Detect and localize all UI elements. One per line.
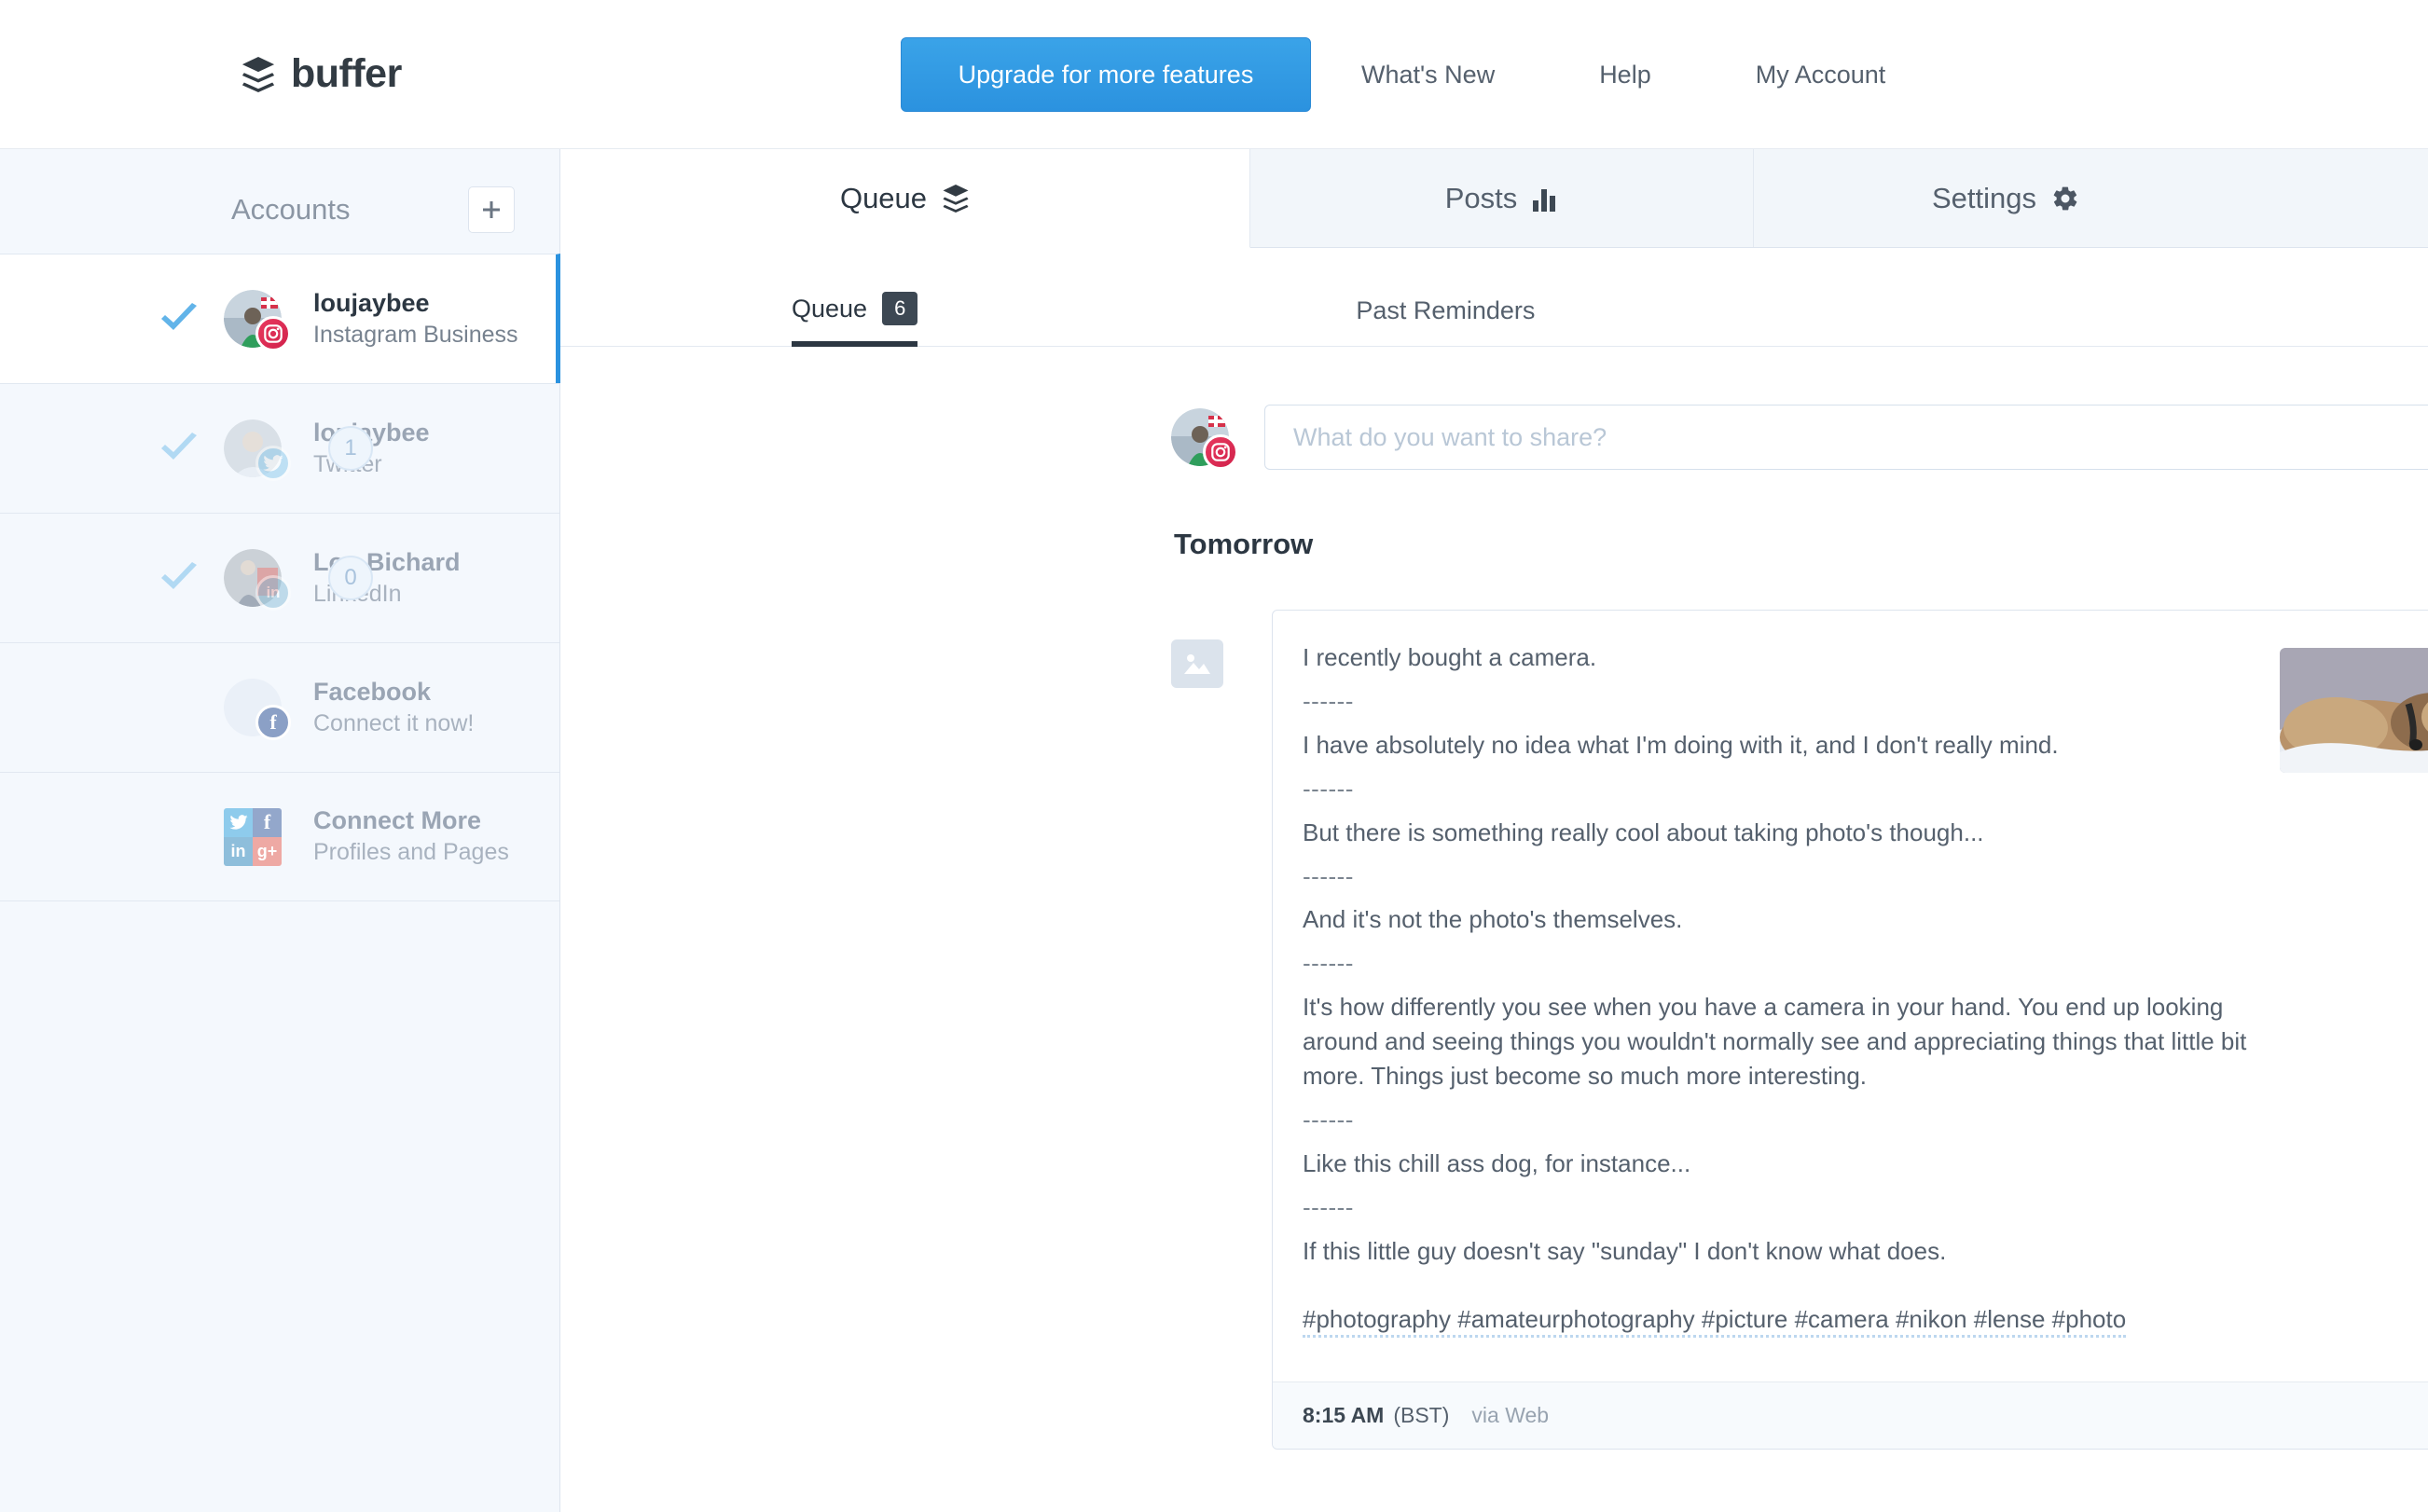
check-icon <box>159 562 200 594</box>
gear-icon <box>2051 185 2079 213</box>
header-nav: What's New Help My Account <box>1361 0 1885 149</box>
post-line: Like this chill ass dog, for instance... <box>1303 1147 2256 1181</box>
accounts-title: Accounts <box>231 193 468 227</box>
subtab-past-reminders-label: Past Reminders <box>1356 296 1535 325</box>
queue-count-badge: 6 <box>882 292 917 325</box>
hashtag-text: #photography #amateurphotography #pictur… <box>1303 1305 2126 1338</box>
post-thumbnail <box>2280 648 2428 773</box>
buffer-stack-icon <box>942 184 970 213</box>
facebook-icon: f <box>255 705 291 740</box>
post-line: It's how differently you see when you ha… <box>1303 990 2256 1093</box>
add-account-button[interactable] <box>468 186 515 233</box>
account-network: Instagram Business <box>313 320 518 351</box>
upgrade-button[interactable]: Upgrade for more features <box>901 37 1311 112</box>
subtab-queue-label: Queue <box>792 295 867 323</box>
sidebar-account-linkedin[interactable]: in Lou Bichard LinkedIn 0 <box>0 513 559 642</box>
subtab-queue[interactable]: Queue 6 <box>792 292 917 346</box>
tab-queue-label: Queue <box>840 182 927 215</box>
composer <box>560 347 2428 470</box>
tab-settings[interactable]: Settings <box>1754 149 2257 247</box>
twitter-icon <box>224 808 253 837</box>
nav-help[interactable]: Help <box>1599 61 1651 89</box>
post-line: ------ <box>1303 946 2256 981</box>
main-panel: Queue Posts <box>560 149 2428 1512</box>
post-line: ------ <box>1303 1190 2256 1225</box>
queue-count-badge: 1 <box>328 426 373 471</box>
instagram-icon <box>255 316 291 351</box>
tab-settings-label: Settings <box>1932 182 2036 215</box>
app-header: buffer Upgrade for more features What's … <box>0 0 2428 149</box>
nav-whats-new[interactable]: What's New <box>1361 61 1495 89</box>
post-timezone: (BST) <box>1393 1403 1449 1428</box>
sidebar-account-twitter[interactable]: loujaybee Twitter 1 <box>0 383 559 513</box>
linkedin-icon: in <box>224 837 253 866</box>
buffer-stack-icon <box>241 56 276 93</box>
sidebar-connect-more[interactable]: f in g+ Connect More Profiles and Pages <box>0 772 559 901</box>
tab-posts-label: Posts <box>1445 182 1518 215</box>
avatar: in <box>224 549 282 607</box>
post-text: I recently bought a camera. ------ I hav… <box>1303 640 2280 1346</box>
connect-more-title: Connect More <box>313 806 481 834</box>
post-line: ------ <box>1303 772 2256 806</box>
instagram-icon <box>1203 434 1238 470</box>
post-line: I have absolutely no idea what I'm doing… <box>1303 728 2256 763</box>
brand-name: buffer <box>291 51 402 97</box>
googleplus-icon: g+ <box>253 837 282 866</box>
twitter-icon <box>255 446 291 481</box>
accounts-header: Accounts <box>0 158 559 254</box>
avatar: f <box>224 679 282 736</box>
post-line: ------ <box>1303 859 2256 894</box>
post-line: But there is something really cool about… <box>1303 816 2256 850</box>
post-card[interactable]: I recently bought a camera. ------ I hav… <box>1272 610 2428 1450</box>
account-connect-prompt: Connect it now! <box>313 708 474 739</box>
image-placeholder-icon <box>1171 639 1223 688</box>
post-line: And it's not the photo's themselves. <box>1303 902 2256 937</box>
composer-avatar <box>1171 408 1229 466</box>
avatar <box>224 419 282 477</box>
post-time: 8:15 AM <box>1303 1403 1384 1428</box>
subtab-past-reminders[interactable]: Past Reminders <box>1356 296 1535 346</box>
accounts-sidebar: Accounts <box>0 149 560 1512</box>
post-source: via Web <box>1471 1403 1549 1428</box>
tab-queue[interactable]: Queue <box>560 149 1250 248</box>
tab-posts[interactable]: Posts <box>1250 149 1754 247</box>
day-heading: Tomorrow <box>1174 528 2428 561</box>
post-line: If this little guy doesn't say "sunday" … <box>1303 1234 2256 1269</box>
share-input[interactable] <box>1264 405 2428 470</box>
check-icon <box>159 433 200 464</box>
account-name: Facebook <box>313 678 431 706</box>
post-footer: 8:15 AM (BST) via Web <box>1273 1381 2428 1449</box>
check-icon <box>159 303 200 335</box>
linkedin-icon: in <box>255 575 291 611</box>
post-line: ------ <box>1303 684 2256 719</box>
connect-more-icons: f in g+ <box>224 808 282 866</box>
main-tabs: Queue Posts <box>560 149 2428 248</box>
sidebar-account-instagram[interactable]: loujaybee Instagram Business <box>0 254 560 383</box>
post-hashtags: #photography #amateurphotography #pictur… <box>1303 1302 2256 1337</box>
facebook-icon: f <box>253 808 282 837</box>
account-name: loujaybee <box>313 289 430 317</box>
bar-chart-icon <box>1532 186 1558 212</box>
nav-my-account[interactable]: My Account <box>1756 61 1886 89</box>
post-line: ------ <box>1303 1103 2256 1137</box>
connect-more-subtitle: Profiles and Pages <box>313 837 509 868</box>
brand-logo[interactable]: buffer <box>241 51 402 97</box>
queued-post-row: I recently bought a camera. ------ I hav… <box>1171 610 2428 1450</box>
sidebar-account-facebook[interactable]: f Facebook Connect it now! <box>0 642 559 772</box>
avatar <box>224 290 282 348</box>
queue-count-badge: 0 <box>328 556 373 600</box>
plus-icon <box>480 199 503 221</box>
queue-subtabs: Queue 6 Past Reminders <box>560 248 2428 347</box>
post-line: I recently bought a camera. <box>1303 640 2256 675</box>
